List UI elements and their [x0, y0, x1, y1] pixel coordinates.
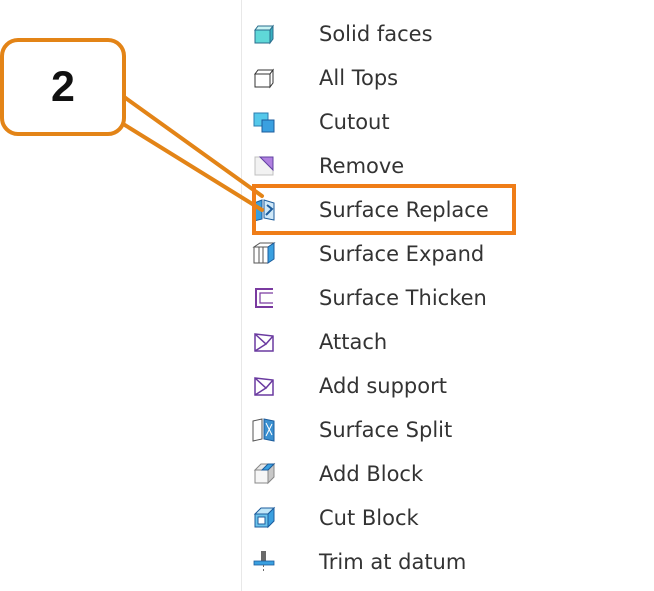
highlight-frame — [252, 184, 516, 235]
callout-badge: 2 — [0, 38, 126, 136]
callout-number: 2 — [51, 62, 75, 111]
